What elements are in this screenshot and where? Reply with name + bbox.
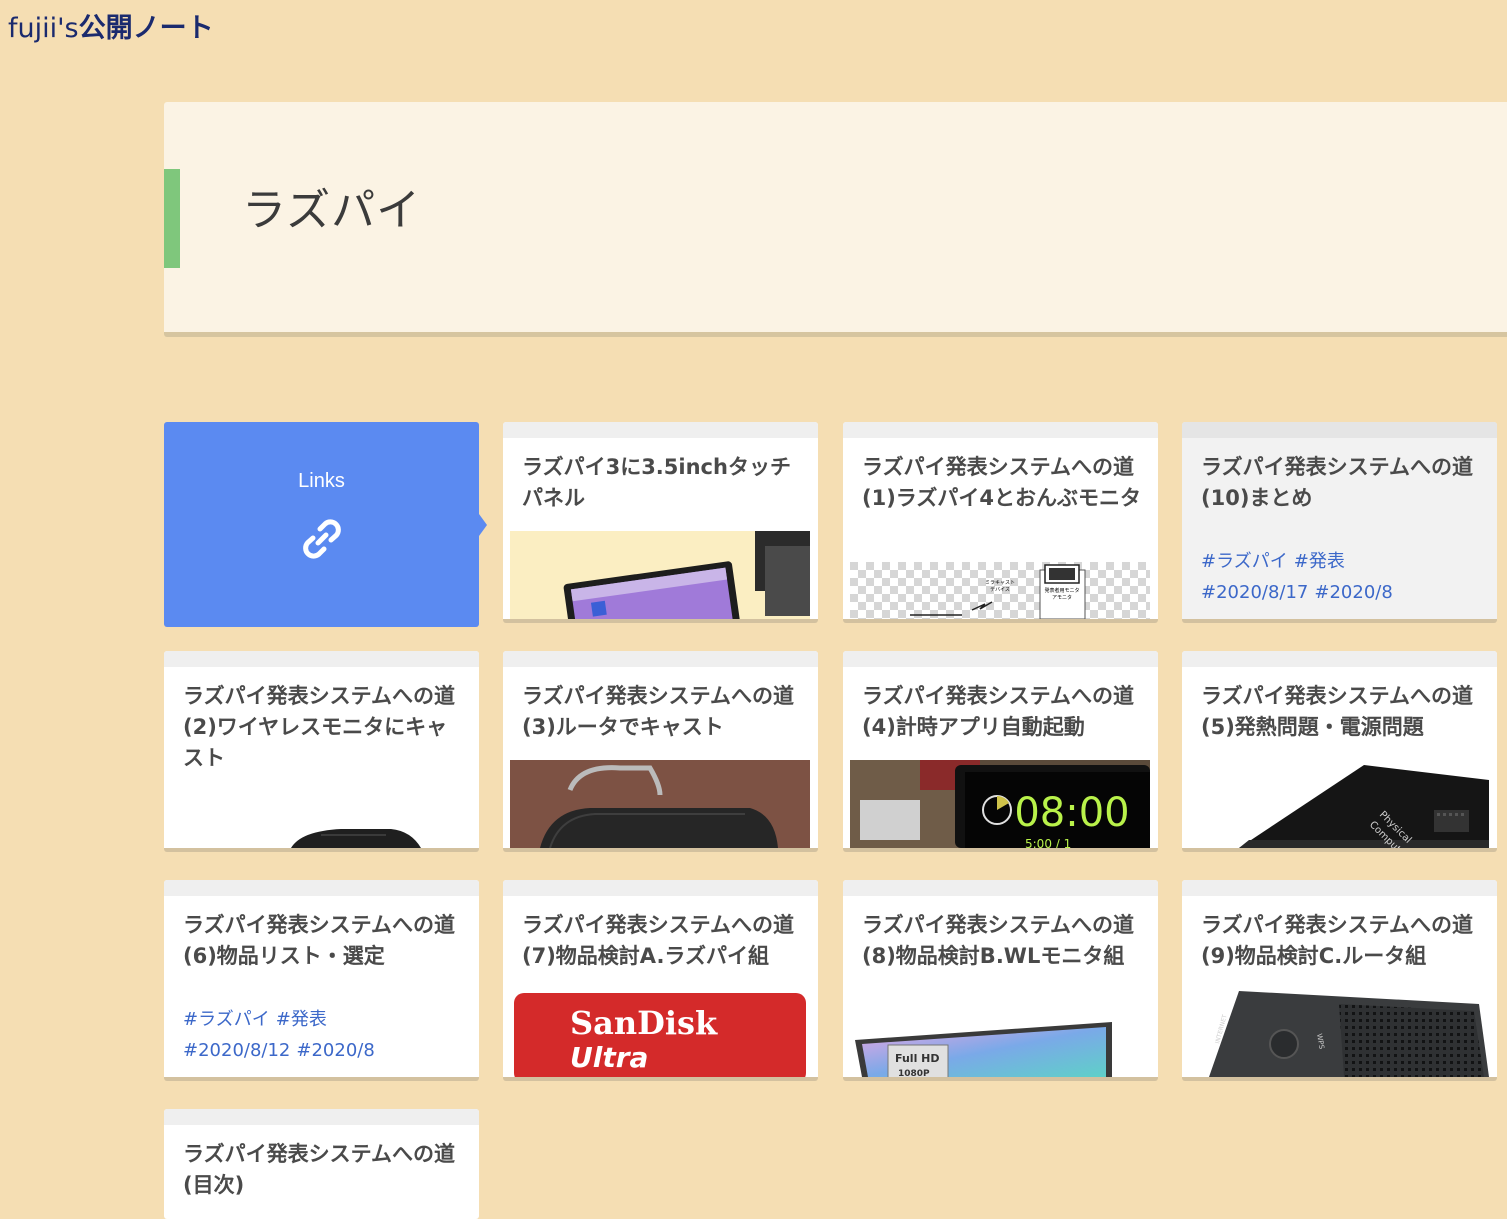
card-title: ラズパイ発表システムへの道(6)物品リスト・選定	[183, 913, 455, 968]
tag-link[interactable]: #発表	[276, 1009, 327, 1030]
note-card[interactable]: ラズパイ3に3.5inchタッチパネル	[503, 422, 818, 623]
card-thumbnail: WPS INTERNET	[1189, 989, 1489, 1077]
svg-text:ミラキャスト: ミラキャスト	[985, 580, 1015, 586]
page-header: ラズパイ	[164, 102, 1507, 337]
tag-link[interactable]: #2020/8	[296, 1040, 374, 1061]
link-icon	[303, 519, 341, 559]
card-tags: #ラズパイ #発表 #2020/8/12 #2020/8	[183, 1004, 465, 1066]
page-title: ラズパイ	[242, 185, 422, 236]
card-title: ラズパイ発表システムへの道(5)発熱問題・電源問題	[1201, 684, 1473, 739]
note-card[interactable]: ラズパイ発表システムへの道(3)ルータでキャスト	[503, 651, 818, 852]
note-card[interactable]: ラズパイ発表システムへの道(2)ワイヤレスモニタにキャスト	[164, 651, 479, 852]
svg-text:発表者用モニタ: 発表者用モニタ	[1044, 587, 1079, 594]
card-title: ラズパイ発表システムへの道(目次)	[183, 1142, 455, 1197]
card-topband	[503, 422, 818, 438]
note-card[interactable]: ラズパイ発表システムへの道(9)物品検討C.ルータ組 WPS INTERNET	[1182, 880, 1497, 1081]
card-title: ラズパイ発表システムへの道(7)物品検討A.ラズパイ組	[522, 913, 794, 968]
note-card[interactable]: ラズパイ発表システムへの道(目次)	[164, 1109, 479, 1219]
svg-text:デバイス: デバイス	[990, 586, 1010, 593]
card-topband	[164, 1109, 479, 1125]
card-topband	[843, 422, 1158, 438]
card-title: ラズパイ発表システムへの道(4)計時アプリ自動起動	[862, 684, 1134, 739]
tag-link[interactable]: #2020/8	[1314, 582, 1392, 603]
note-card[interactable]: ラズパイ発表システムへの道(10)まとめ #ラズパイ #発表 #2020/8/17…	[1182, 422, 1497, 623]
card-thumbnail	[510, 531, 810, 619]
note-card[interactable]: ラズパイ発表システムへの道(6)物品リスト・選定 #ラズパイ #発表 #2020/…	[164, 880, 479, 1081]
card-title: ラズパイ発表システムへの道(1)ラズパイ4とおんぶモニタ	[862, 455, 1141, 510]
card-thumbnail: Physical Computing	[1189, 760, 1489, 848]
card-topband	[1182, 880, 1497, 896]
header-accent-bar	[164, 169, 180, 268]
svg-text:5:00 / 1: 5:00 / 1	[1025, 837, 1071, 848]
tag-link[interactable]: #ラズパイ	[183, 1009, 270, 1030]
tag-link[interactable]: #2020/8/17	[1201, 582, 1308, 603]
svg-text:Full HD: Full HD	[895, 1052, 940, 1065]
card-topband	[843, 651, 1158, 667]
site-title-prefix: fujii's	[8, 13, 79, 44]
card-topband	[503, 880, 818, 896]
card-topband	[164, 880, 479, 896]
note-card[interactable]: ラズパイ発表システムへの道(7)物品検討A.ラズパイ組 SanDisk Ultr…	[503, 880, 818, 1081]
card-topband	[1182, 422, 1497, 438]
card-thumbnail: SanDisk Ultra	[510, 989, 810, 1077]
card-title: ラズパイ発表システムへの道(3)ルータでキャスト	[522, 684, 794, 739]
tag-link[interactable]: #ラズパイ	[1201, 551, 1288, 572]
card-topband	[1182, 651, 1497, 667]
note-card[interactable]: ラズパイ発表システムへの道(4)計時アプリ自動起動 08:00 5:00 / 1	[843, 651, 1158, 852]
card-title: ラズパイ発表システムへの道(9)物品検討C.ルータ組	[1201, 913, 1473, 968]
card-title: ラズパイ発表システムへの道(8)物品検討B.WLモニタ組	[862, 913, 1134, 968]
note-card[interactable]: ラズパイ発表システムへの道(5)発熱問題・電源問題 Physical Compu…	[1182, 651, 1497, 852]
tag-link[interactable]: #2020/8/12	[183, 1040, 290, 1061]
card-tags: #ラズパイ #発表 #2020/8/17 #2020/8	[1201, 546, 1483, 608]
svg-text:Ultra: Ultra	[570, 1041, 648, 1074]
note-card[interactable]: ラズパイ発表システムへの道(8)物品検討B.WLモニタ組 Full HD 108…	[843, 880, 1158, 1081]
links-label: Links	[298, 470, 345, 492]
svg-text:SanDisk: SanDisk	[570, 1004, 718, 1042]
site-title[interactable]: fujii's公開ノート	[8, 6, 214, 45]
svg-text:08:00: 08:00	[1014, 790, 1129, 836]
card-thumbnail: 発表者用モニタ アモニタ ミラキャスト デバイス	[850, 562, 1150, 619]
card-topband	[503, 651, 818, 667]
links-card[interactable]: Links	[164, 422, 487, 627]
card-thumbnail	[510, 760, 810, 848]
links-card-pointer	[479, 514, 487, 536]
card-title: ラズパイ発表システムへの道(10)まとめ	[1201, 455, 1473, 510]
card-thumbnail: Full HD 1080P	[850, 1020, 1150, 1077]
site-title-main: 公開ノート	[78, 13, 214, 44]
svg-text:アモニタ: アモニタ	[1052, 594, 1072, 601]
card-title: ラズパイ3に3.5inchタッチパネル	[522, 455, 791, 510]
note-card[interactable]: ラズパイ発表システムへの道(1)ラズパイ4とおんぶモニタ 発表者用モニタ アモニ…	[843, 422, 1158, 623]
card-title: ラズパイ発表システムへの道(2)ワイヤレスモニタにキャスト	[183, 684, 455, 770]
card-topband	[843, 880, 1158, 896]
card-thumbnail	[171, 821, 471, 848]
card-thumbnail: 08:00 5:00 / 1	[850, 760, 1150, 848]
tag-link[interactable]: #発表	[1294, 551, 1345, 572]
svg-text:1080P: 1080P	[898, 1069, 930, 1077]
card-topband	[164, 651, 479, 667]
